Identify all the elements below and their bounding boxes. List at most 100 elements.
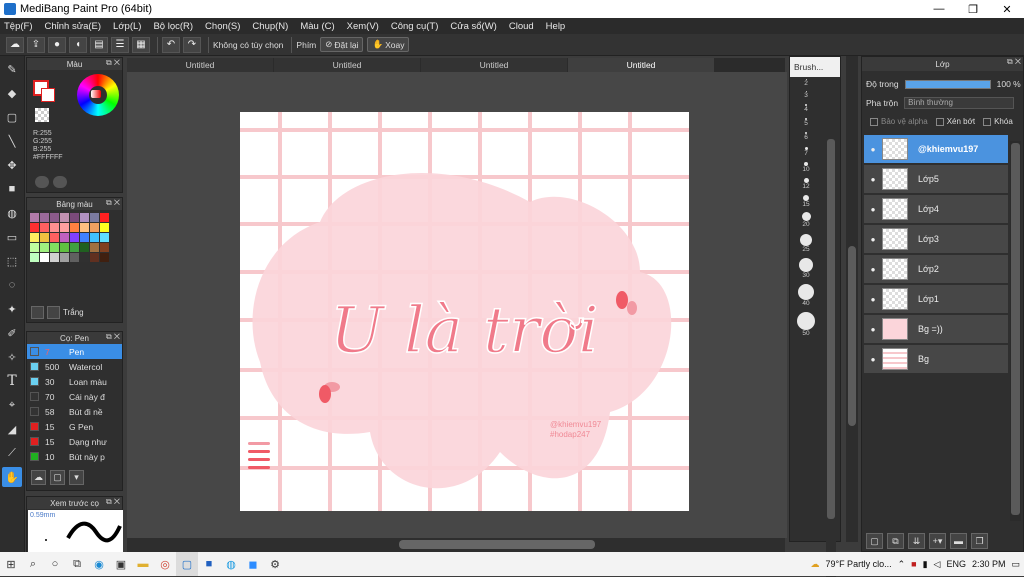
snap-option[interactable]: Không có tùy chọn <box>213 40 283 50</box>
panel-controls[interactable]: ⧉ ✕ <box>106 497 120 507</box>
brush-size-option[interactable]: 15 <box>790 195 822 212</box>
brush-size-scrollbar[interactable] <box>826 137 836 577</box>
menu-view[interactable]: Xem(V) <box>347 21 379 32</box>
brush-size-option[interactable]: 2 <box>790 79 822 91</box>
magic-wand-icon[interactable]: ✦ <box>2 299 22 319</box>
menu-color[interactable]: Màu (C) <box>300 21 334 32</box>
palette-swatch[interactable] <box>30 233 39 242</box>
palette-swatch[interactable] <box>90 253 99 262</box>
lasso-tool-icon[interactable]: ◌ <box>2 275 22 295</box>
tray-chevron-icon[interactable]: ⌃ <box>898 559 906 570</box>
weather-text[interactable]: 79°F Partly clo... <box>825 559 891 569</box>
palette-swatch[interactable] <box>80 243 89 252</box>
canvas-area[interactable]: U là trời @khiemvu197 #hodap247 <box>127 72 787 538</box>
scroll-thumb[interactable] <box>848 246 856 426</box>
palette-swatch[interactable] <box>100 233 109 242</box>
menu-help[interactable]: Help <box>546 21 566 32</box>
brush-item[interactable]: 10 Bút này p <box>27 449 122 464</box>
share-icon[interactable]: ⇪ <box>27 36 45 53</box>
menu-select[interactable]: Chọn(S) <box>205 21 240 32</box>
scroll-thumb[interactable] <box>827 139 835 519</box>
visibility-icon[interactable]: ● <box>864 295 882 304</box>
palette-swatch[interactable] <box>90 243 99 252</box>
palette-swatch[interactable] <box>40 233 49 242</box>
palette-swatch[interactable] <box>30 243 39 252</box>
visibility-icon[interactable]: ● <box>864 145 882 154</box>
delete-color-icon[interactable] <box>47 306 60 319</box>
windows-start-icon[interactable]: ⊞ <box>0 552 22 576</box>
rectangle-tool-icon[interactable]: ▢ <box>2 107 22 127</box>
layer-settings-icon[interactable]: ❐ <box>971 533 988 549</box>
maximize-button[interactable]: ❐ <box>956 0 990 18</box>
store-icon[interactable]: ▣ <box>110 552 132 576</box>
protect-alpha-checkbox[interactable] <box>870 117 878 126</box>
cloud-icon[interactable]: ☁ <box>6 36 24 53</box>
add-brush-icon[interactable]: ☁ <box>31 470 46 485</box>
brush-item[interactable]: 70 Cái này đ <box>27 389 122 404</box>
color-square-selector[interactable] <box>91 90 101 98</box>
visibility-icon[interactable]: ● <box>864 355 882 364</box>
eraser-tool-icon[interactable]: ◆ <box>2 83 22 103</box>
palette-swatch[interactable] <box>70 233 79 242</box>
operation-tool-icon[interactable]: ⌖ <box>2 395 22 415</box>
edge-icon[interactable]: ◉ <box>88 552 110 576</box>
tray-app-icon[interactable]: ■ <box>911 559 916 569</box>
brush-size-option[interactable]: 3 <box>790 91 822 104</box>
palette-swatch[interactable] <box>60 253 69 262</box>
bucket-tool-icon[interactable]: ◍ <box>2 203 22 223</box>
brush-item[interactable]: 15 Dạng như <box>27 434 122 449</box>
palette-swatch[interactable] <box>100 243 109 252</box>
divide-tool-icon[interactable]: ◢ <box>2 419 22 439</box>
file-explorer-icon[interactable]: ▬ <box>132 552 154 576</box>
add-color-icon[interactable] <box>31 306 44 319</box>
layer-row[interactable]: ● Lớp3 <box>864 225 1008 254</box>
menu-window[interactable]: Cửa sổ(W) <box>450 21 496 32</box>
volume-icon[interactable]: ◁ <box>934 559 941 570</box>
menu-filter[interactable]: Bộ lọc(R) <box>153 21 193 32</box>
palette-swatch[interactable] <box>40 243 49 252</box>
palette-swatch[interactable] <box>30 223 39 232</box>
weather-icon[interactable]: ☁ <box>810 559 819 570</box>
brush-size-option[interactable]: 5 <box>790 118 822 132</box>
palette-swatch[interactable] <box>100 253 109 262</box>
gradient-tool-icon[interactable]: ▭ <box>2 227 22 247</box>
menu-cloud[interactable]: Cloud <box>509 21 534 32</box>
text-tool-icon[interactable]: T <box>2 371 22 391</box>
speech-icon[interactable]: ◖ <box>69 36 87 53</box>
lock-checkbox[interactable] <box>983 117 992 126</box>
palette-swatch[interactable] <box>60 213 69 222</box>
palette-swatch[interactable] <box>70 243 79 252</box>
hand-tool-icon[interactable]: ✋ <box>2 467 22 487</box>
panel-controls[interactable]: ⧉ ✕ <box>106 58 120 68</box>
palette-swatch[interactable] <box>60 223 69 232</box>
palette-swatch[interactable] <box>40 223 49 232</box>
select-pen-icon[interactable]: ✐ <box>2 323 22 343</box>
layers-scrollbar[interactable] <box>1010 141 1021 521</box>
app-icon-blue[interactable]: ■ <box>198 552 220 576</box>
redo-icon[interactable]: ↷ <box>183 36 201 53</box>
palette-swatch[interactable] <box>90 223 99 232</box>
palette-swatch[interactable] <box>50 223 59 232</box>
language-indicator[interactable]: ENG <box>946 559 966 569</box>
search-icon[interactable]: ⌕ <box>22 552 44 576</box>
tab-untitled-4[interactable]: Untitled <box>568 58 714 72</box>
brush-size-option[interactable]: 10 <box>790 162 822 178</box>
merge-layer-icon[interactable]: ⇊ <box>908 533 925 549</box>
palette-swatch[interactable] <box>80 253 89 262</box>
brush-tool-icon[interactable]: ✎ <box>2 59 22 79</box>
palette-swatch[interactable] <box>50 213 59 222</box>
grid-icon[interactable]: ▦ <box>132 36 150 53</box>
list-icon[interactable]: ☰ <box>111 36 129 53</box>
palette-mode-icon[interactable] <box>35 176 49 188</box>
layer-row[interactable]: ● @khiemvu197 <box>864 135 1008 164</box>
layer-row[interactable]: ● Lớp5 <box>864 165 1008 194</box>
layer-row[interactable]: ● Lớp4 <box>864 195 1008 224</box>
canvas-horizontal-scrollbar[interactable] <box>127 538 785 552</box>
brush-size-option[interactable]: 12 <box>790 178 822 195</box>
brush-size-option[interactable]: 4 <box>790 104 822 118</box>
layer-row[interactable]: ● Bg =)) <box>864 315 1008 344</box>
skype-icon[interactable]: ◍ <box>220 552 242 576</box>
new-layer-icon[interactable]: ▢ <box>866 533 883 549</box>
rotate-button[interactable]: ✋ Xoay <box>367 37 410 52</box>
reset-button[interactable]: ⊘ Đặt lại <box>320 37 364 52</box>
